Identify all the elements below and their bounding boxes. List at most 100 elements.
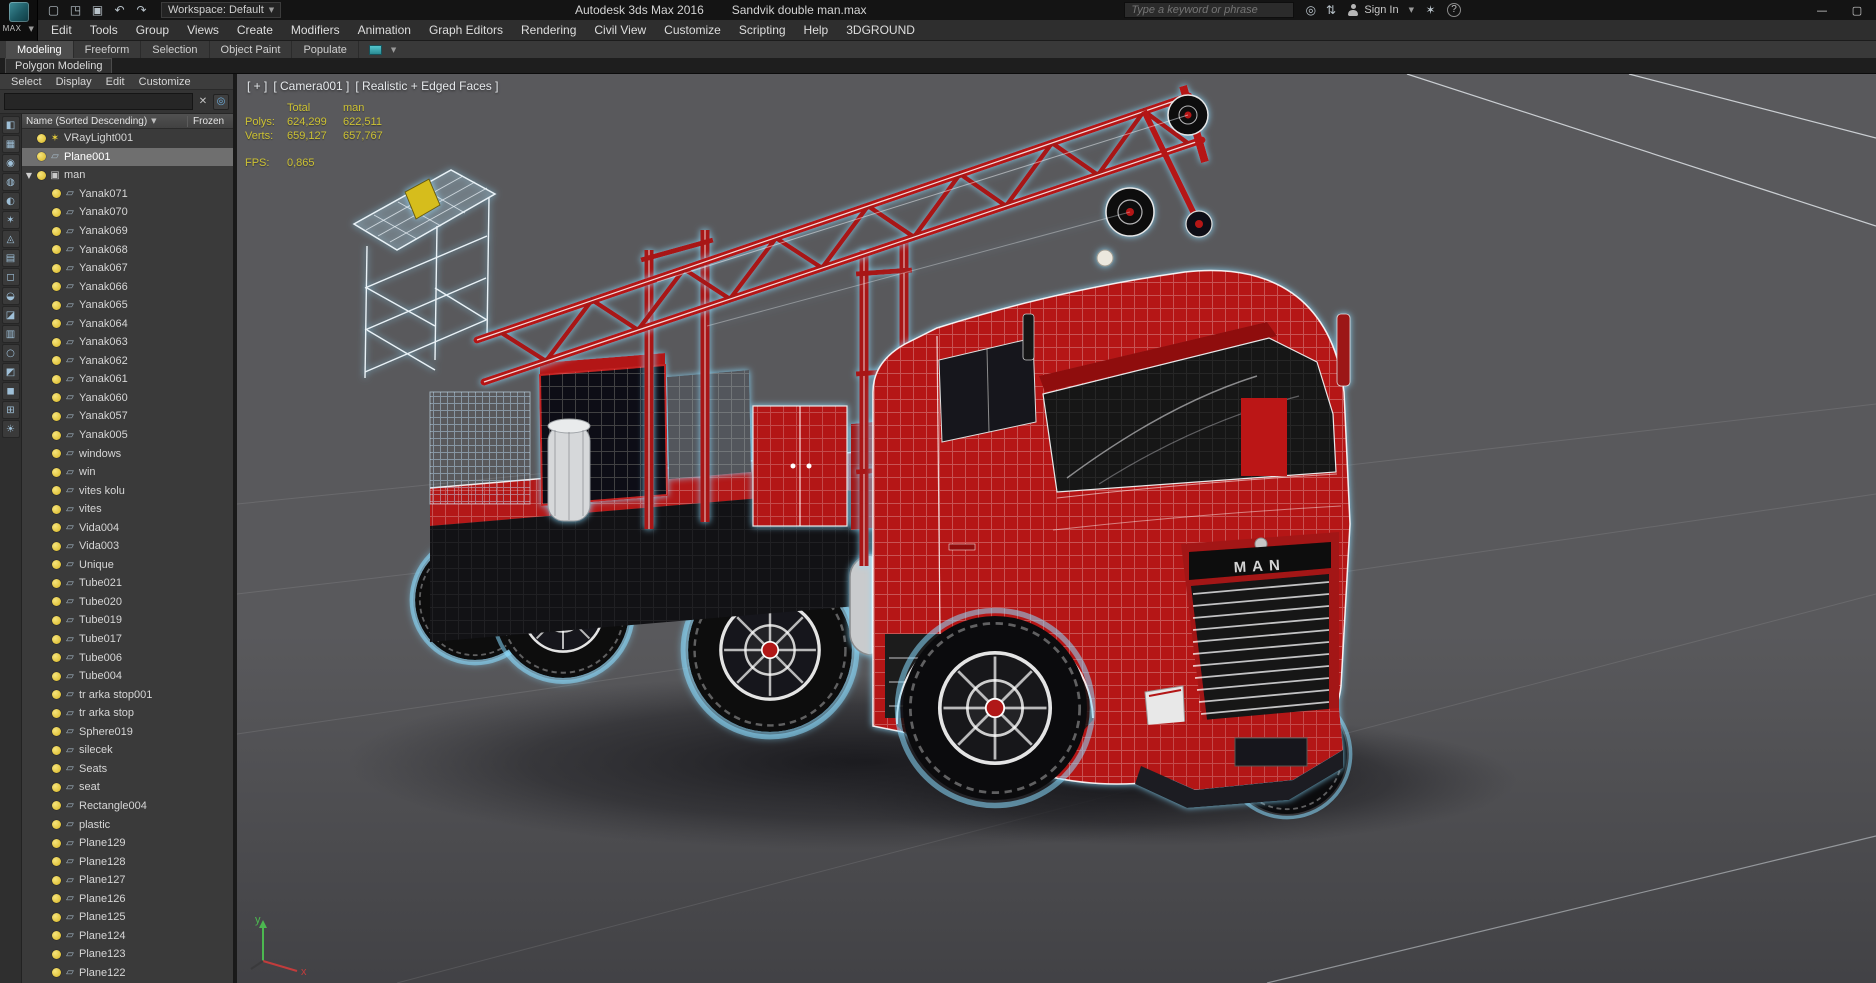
visibility-bulb-icon[interactable] [37,133,46,143]
visibility-bulb-icon[interactable] [52,745,61,755]
visibility-bulb-icon[interactable] [52,671,61,681]
scene-object-row[interactable]: ▼ ▣ man [22,166,233,185]
menu-item[interactable]: Civil View [585,20,655,40]
keyword-search-input[interactable] [1124,2,1295,18]
visibility-bulb-icon[interactable] [52,245,61,255]
scene-object-row[interactable]: ▱ windows [22,444,233,463]
menu-item[interactable]: Modifiers [282,20,349,40]
visibility-bulb-icon[interactable] [52,857,61,867]
ribbon-config-button[interactable]: ▼ [368,41,396,58]
visibility-bulb-icon[interactable] [52,634,61,644]
explorer-toolbar-icon[interactable]: ✶ [1,211,20,229]
scene-object-row[interactable]: ▱ Plane125 [22,908,233,927]
scene-object-row[interactable]: ▱ Seats [22,760,233,779]
scene-object-row[interactable]: ▱ Yanak071 [22,185,233,204]
scene-object-row[interactable]: ▱ vites [22,500,233,519]
scene-object-row[interactable]: ▱ Plane127 [22,871,233,890]
explorer-toolbar-icon[interactable]: ◧ [1,116,20,134]
ribbon-tab[interactable]: Modeling [6,41,74,58]
scene-object-row[interactable]: ▱ Plane122 [22,964,233,983]
quick-access-icon[interactable]: ▢ [46,1,61,19]
scene-object-row[interactable]: ▱ Tube006 [22,648,233,667]
scene-object-row[interactable]: ▱ Yanak060 [22,389,233,408]
viewport-pov-menu[interactable]: [ Camera001 ] [273,79,349,93]
rear-platform-wireframe[interactable] [429,391,531,505]
ribbon-tab[interactable]: Freeform [74,41,142,58]
visibility-bulb-icon[interactable] [52,467,61,477]
quick-access-icon[interactable]: ↷ [134,1,149,19]
explorer-search-input[interactable] [4,93,193,110]
menu-item[interactable]: Graph Editors [420,20,512,40]
explorer-toolbar-icon[interactable]: ◪ [1,306,20,324]
menu-item[interactable]: Edit [42,20,81,40]
scene-object-row[interactable]: ▱ Vida004 [22,518,233,537]
explorer-toolbar-icon[interactable]: ◐ [1,192,20,210]
menu-item[interactable]: Tools [81,20,127,40]
ribbon-tab[interactable]: Object Paint [210,41,293,58]
expand-arrow-icon[interactable]: ▼ [24,171,34,180]
visibility-bulb-icon[interactable] [52,968,61,978]
visibility-bulb-icon[interactable] [52,912,61,922]
scene-object-row[interactable]: ▱ Tube021 [22,574,233,593]
visibility-bulb-icon[interactable] [52,801,61,811]
explorer-menu-item[interactable]: Display [49,76,99,88]
scene-object-row[interactable]: ▱ Tube019 [22,611,233,630]
quick-access-icon[interactable]: ↶ [112,1,127,19]
front-left-wheel[interactable] [897,610,1092,805]
visibility-bulb-icon[interactable] [37,152,46,162]
scene-object-row[interactable]: ▱ Plane123 [22,945,233,964]
visibility-bulb-icon[interactable] [52,727,61,737]
scene-object-row[interactable]: ▱ Yanak069 [22,222,233,241]
explorer-toolbar-icon[interactable]: ◩ [1,363,20,381]
scene-object-row[interactable]: ▱ Plane129 [22,834,233,853]
visibility-bulb-icon[interactable] [52,653,61,663]
scene-object-row[interactable]: ▱ Sphere019 [22,723,233,742]
polygon-modeling-panel-tab[interactable]: Polygon Modeling [5,58,113,73]
menu-item[interactable]: Animation [349,20,420,40]
scene-object-row[interactable]: ▱ vites kolu [22,481,233,500]
visibility-bulb-icon[interactable] [52,578,61,588]
visibility-bulb-icon[interactable] [52,226,61,236]
menu-item[interactable]: Group [127,20,178,40]
scene-object-row[interactable]: ▱ tr arka stop001 [22,685,233,704]
ribbon-tab[interactable]: Selection [141,41,210,58]
visibility-bulb-icon[interactable] [52,875,61,885]
visibility-bulb-icon[interactable] [52,374,61,384]
viewport-shading-menu[interactable]: [ Realistic + Edged Faces ] [355,79,498,93]
scene-object-row[interactable]: ▱ seat [22,778,233,797]
scene-object-row[interactable]: ▱ Plane124 [22,927,233,946]
scene-object-row[interactable]: ▱ Plane001 [22,147,233,167]
perspective-viewport[interactable]: MAN [+] [Camera001] [Realistic + Ed… [237,74,1876,983]
search-option-icon[interactable]: ⇅ [1323,1,1338,19]
visibility-bulb-icon[interactable] [37,170,46,180]
quick-access-icon[interactable]: ◳ [68,1,83,19]
scene-object-row[interactable]: ▱ Plane126 [22,889,233,908]
help-icon[interactable]: ? [1447,3,1461,17]
visibility-bulb-icon[interactable] [52,764,61,774]
explorer-menu-item[interactable]: Customize [132,76,198,88]
search-filter-icon[interactable]: ◎ [213,93,229,110]
viewport-general-menu[interactable]: [ + ] [247,79,267,93]
scene-object-row[interactable]: ▱ Yanak064 [22,314,233,333]
search-option-icon[interactable]: ◎ [1303,1,1318,19]
maximize-button[interactable]: ▢ [1844,4,1870,17]
scene-object-row[interactable]: ▱ Yanak057 [22,407,233,426]
visibility-bulb-icon[interactable] [52,393,61,403]
scene-object-row[interactable]: ▱ tr arka stop [22,704,233,723]
quick-access-icon[interactable]: ▣ [90,1,105,19]
visibility-bulb-icon[interactable] [52,949,61,959]
visibility-bulb-icon[interactable] [52,411,61,421]
communication-center-icon[interactable]: ✶ [1423,1,1438,19]
scene-object-row[interactable]: ▱ Rectangle004 [22,797,233,816]
work-platform[interactable] [352,169,497,379]
clear-search-icon[interactable]: ✕ [197,96,209,107]
visibility-bulb-icon[interactable] [52,504,61,514]
explorer-toolbar-icon[interactable]: ☀ [1,420,20,438]
viewport-canvas[interactable]: MAN [237,74,1876,983]
scene-object-row[interactable]: ▱ Yanak068 [22,240,233,259]
visibility-bulb-icon[interactable] [52,931,61,941]
scene-object-row[interactable]: ▱ Yanak061 [22,370,233,389]
visibility-bulb-icon[interactable] [52,782,61,792]
menu-item[interactable]: Help [795,20,838,40]
minimize-button[interactable]: — [1809,4,1835,17]
